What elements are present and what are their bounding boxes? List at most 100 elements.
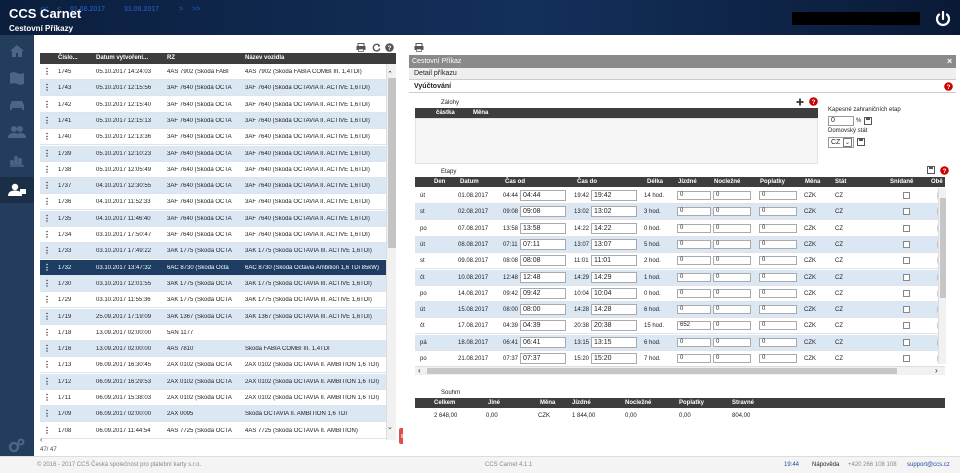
etapa-jizdne-input[interactable]: 0: [677, 272, 711, 282]
col-popl2[interactable]: Poplatky: [679, 400, 704, 406]
col-cas-od[interactable]: Čas od: [505, 179, 525, 185]
col-mena3[interactable]: Měna: [540, 400, 555, 406]
col-rz[interactable]: RZ: [167, 55, 175, 61]
table-row[interactable]: ⋮ 1732 03.10.2017 13:47:32 6AC 8730 (Škoda …: [40, 259, 386, 276]
table-row[interactable]: ⋮ 1741 05.10.2017 12:15:13 3AF 7640 (Škoda …: [40, 112, 386, 129]
etapa-od-input[interactable]: 08:00: [520, 304, 566, 316]
date-from[interactable]: 01.08.2017: [70, 6, 105, 15]
snidane-checkbox[interactable]: [903, 208, 910, 216]
row-menu-icon[interactable]: ⋮: [43, 393, 51, 402]
col-datum[interactable]: Datum vytvoření...: [96, 55, 148, 61]
table-row[interactable]: ⋮ 1735 04.10.2017 11:46:40 3AF 7640 (Škoda …: [40, 210, 386, 227]
etapa-row[interactable]: út 08.08.2017 07:11 07:11 13:07 13:07 5 hod. 0 0…: [415, 236, 943, 253]
row-menu-icon[interactable]: ⋮: [43, 295, 51, 304]
snidane-checkbox[interactable]: [903, 355, 910, 362]
add-icon[interactable]: [796, 98, 804, 106]
etapa-row[interactable]: čt 17.08.2017 04:39 04:39 20:38 20:38 15 hod. 6…: [415, 318, 943, 335]
etapa-popl-input[interactable]: 0: [759, 305, 797, 315]
col-delka[interactable]: Délka: [647, 179, 663, 185]
col-jizdne[interactable]: Jízdné: [678, 179, 697, 185]
col-popl[interactable]: Poplatky: [760, 179, 785, 185]
table-row[interactable]: ⋮ 1730 03.10.2017 12:01:55 3AK 1775 (Škoda …: [40, 275, 386, 292]
row-menu-icon[interactable]: ⋮: [43, 344, 51, 353]
col-nocl2[interactable]: Nocležné: [625, 400, 651, 406]
row-menu-icon[interactable]: ⋮: [43, 197, 51, 206]
table-row[interactable]: ⋮ 1733 03.10.2017 17:49:22 3AK 1775 (Škoda …: [40, 243, 386, 260]
etapa-row[interactable]: pá 18.08.2017 06:41 06:41 13:15 13:15 6 hod. 0 0…: [415, 334, 943, 351]
etapa-od-input[interactable]: 04:39: [520, 320, 566, 332]
table-row[interactable]: ⋮ 1712 06.09.2017 16:29:53 2AX 0102 (Škoda …: [40, 373, 386, 390]
row-menu-icon[interactable]: ⋮: [43, 312, 51, 321]
etapa-row[interactable]: po 21.08.2017 07:37 07:37 15:20 15:20 7 hod. 0 0…: [415, 351, 943, 367]
row-menu-icon[interactable]: ⋮: [43, 230, 51, 239]
etapa-popl-input[interactable]: 0: [759, 207, 797, 217]
etapa-jizdne-input[interactable]: 0: [677, 239, 711, 249]
etapy-help-icon[interactable]: ?: [940, 166, 949, 175]
etapa-od-input[interactable]: 08:08: [520, 255, 566, 267]
row-menu-icon[interactable]: ⋮: [43, 263, 51, 272]
snidane-checkbox[interactable]: [903, 322, 910, 330]
snidane-checkbox[interactable]: [903, 192, 910, 199]
etapa-row[interactable]: út 15.08.2017 08:00 08:00 14:28 14:28 6 hod. 0 0…: [415, 302, 943, 319]
user-info-box[interactable]: [792, 12, 920, 25]
col-celkem[interactable]: Celkem: [434, 400, 455, 406]
row-menu-icon[interactable]: ⋮: [43, 181, 51, 190]
etapa-row[interactable]: út 01.08.2017 04:44 04:44 19:42 19:42 14 hod. 0…: [415, 188, 943, 204]
snidane-checkbox[interactable]: [903, 289, 910, 297]
row-menu-icon[interactable]: ⋮: [43, 165, 51, 174]
etapa-row[interactable]: po 14.08.2017 09:42 09:42 10:04 10:04 0 hod. 0 0…: [415, 286, 943, 302]
col-jine[interactable]: Jiné: [488, 400, 500, 406]
etapa-do-input[interactable]: 11:01: [591, 255, 637, 267]
etapa-popl-input[interactable]: 0: [759, 256, 797, 266]
col-obed[interactable]: Obě: [931, 179, 943, 185]
etapa-row[interactable]: st 02.08.2017 09:08 09:08 13:02 13:02 3 hod. 0 0…: [415, 204, 943, 221]
col-nocl[interactable]: Nocležné: [714, 179, 740, 185]
row-menu-icon[interactable]: ⋮: [43, 377, 51, 386]
table-row[interactable]: ⋮ 1729 03.10.2017 11:55:36 3AK 1775 (Škoda …: [40, 292, 386, 309]
save-domovsky-icon[interactable]: [857, 138, 865, 146]
etapa-popl-input[interactable]: 0: [759, 321, 797, 331]
etapa-row[interactable]: st 09.08.2017 08:08 08:08 11:01 11:01 2 hod. 0 0…: [415, 253, 943, 270]
table-row[interactable]: ⋮ 1711 06.09.2017 15:38:03 2AX 0102 (Škoda …: [40, 390, 386, 406]
table-row[interactable]: ⋮ 1742 05.10.2017 12:15:40 3AF 7640 (Škoda …: [40, 97, 386, 113]
col-nazev[interactable]: Název vozidla: [245, 55, 284, 61]
row-menu-icon[interactable]: ⋮: [43, 83, 51, 92]
date-to[interactable]: 31.08.2017: [124, 6, 159, 15]
etapy-hscrollbar[interactable]: ‹ ›: [415, 366, 945, 375]
table-row[interactable]: ⋮ 1734 03.10.2017 17:50:47 3AF 7640 (Škoda …: [40, 227, 386, 243]
save-icon[interactable]: [864, 117, 872, 125]
etapa-do-input[interactable]: 15:20: [591, 353, 637, 364]
col-cas-do[interactable]: Čas do: [577, 179, 597, 185]
row-menu-icon[interactable]: ⋮: [43, 132, 51, 141]
col-stat[interactable]: Stát: [835, 179, 846, 185]
etapa-popl-input[interactable]: 0: [759, 337, 797, 347]
etapa-do-input[interactable]: 13:02: [591, 206, 637, 218]
zalohy-help-icon[interactable]: ?: [809, 97, 818, 106]
table-row[interactable]: ⋮ 1708 06.09.2017 11:44:54 4AS 7725 (Škoda …: [40, 423, 386, 439]
table-row[interactable]: ⋮ 1737 04.10.2017 12:30:55 3AF 7640 (Škoda …: [40, 178, 386, 195]
etapy-scrollbar[interactable]: [938, 188, 946, 364]
scroll-left-icon[interactable]: ‹: [40, 437, 42, 444]
sidebar-item-vehicles[interactable]: [0, 92, 34, 118]
refresh-icon[interactable]: [372, 43, 381, 52]
print-icon[interactable]: [356, 43, 366, 52]
snidane-checkbox[interactable]: [903, 273, 910, 281]
etapa-nocl-input[interactable]: 0: [713, 288, 751, 298]
etapa-od-input[interactable]: 07:11: [520, 238, 566, 250]
etapa-do-input[interactable]: 19:42: [591, 190, 637, 201]
col-mena2[interactable]: Měna: [805, 179, 820, 185]
etapa-jizdne-input[interactable]: 652: [677, 321, 711, 331]
sidebar-item-reports[interactable]: [0, 147, 34, 173]
etapa-jizdne-input[interactable]: 0: [677, 354, 711, 363]
sidebar-item-travel-orders[interactable]: [0, 177, 34, 203]
etapa-row[interactable]: čt 10.08.2017 12:48 12:48 14:29 14:29 1 hod. 0 0…: [415, 269, 943, 286]
row-menu-icon[interactable]: ⋮: [43, 214, 51, 223]
etapa-od-input[interactable]: 12:48: [520, 271, 566, 283]
table-row[interactable]: ⋮ 1738 05.10.2017 12:05:49 3AF 7640 (Škoda …: [40, 162, 386, 178]
scroll-down-icon[interactable]: ⌄: [387, 423, 393, 431]
etapa-nocl-input[interactable]: 0: [713, 223, 751, 233]
row-menu-icon[interactable]: ⋮: [43, 279, 51, 288]
col-datum[interactable]: Datum: [460, 179, 479, 185]
footer-email[interactable]: support@ccs.cz: [907, 462, 950, 468]
etapa-nocl-input[interactable]: 0: [713, 256, 751, 266]
